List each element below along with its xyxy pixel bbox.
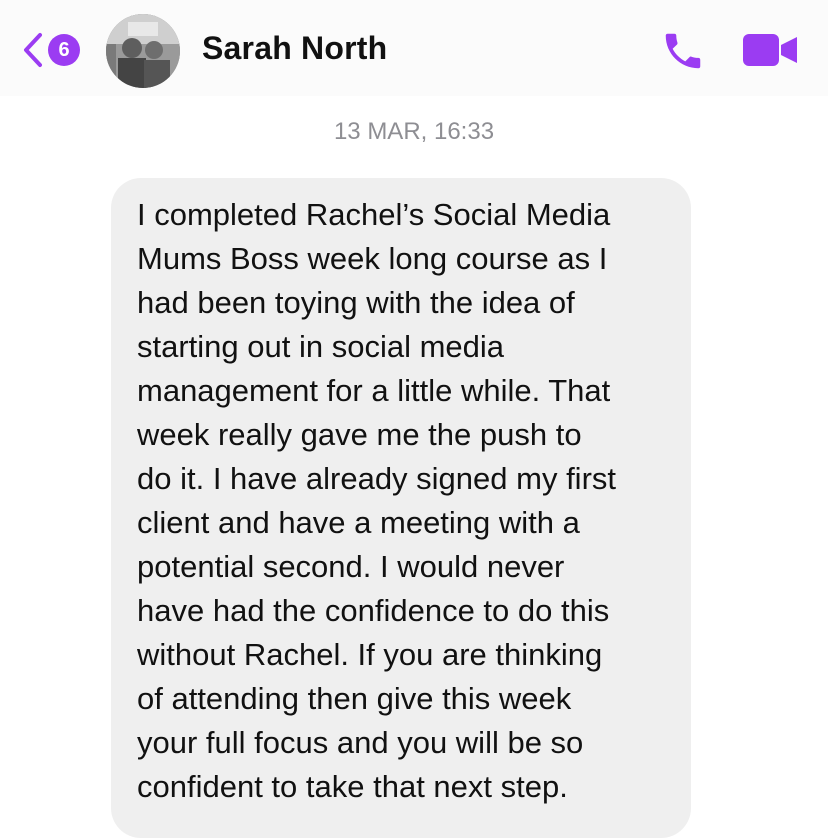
message-line: your full focus and you will be so — [137, 725, 584, 760]
unread-count-badge: 6 — [48, 34, 80, 66]
message-line: do it. I have already signed my first — [137, 461, 617, 496]
avatar[interactable] — [106, 14, 180, 88]
message-line: without Rachel. If you are thinking — [137, 637, 603, 672]
chat-header: 6 Sarah North — [0, 0, 828, 96]
message-line: Mums Boss week long course as I — [137, 241, 608, 276]
back-chevron-icon — [24, 33, 42, 67]
phone-icon — [665, 33, 701, 69]
message-line: week really gave me the push to — [137, 417, 582, 452]
message-line: confident to take that next step. — [137, 769, 568, 804]
back-button[interactable]: 6 — [22, 26, 80, 74]
message-line: have had the confidence to do this — [137, 593, 610, 628]
video-camera-icon — [743, 34, 797, 66]
call-button[interactable] — [660, 28, 706, 79]
message-line: starting out in social media — [137, 329, 505, 364]
message-timestamp: 13 MAR, 16:33 — [333, 118, 495, 145]
video-call-button[interactable] — [743, 34, 797, 71]
message-line: management for a little while. That — [137, 373, 611, 408]
message-line: client and have a meeting with a — [137, 505, 580, 540]
avatar-photo — [106, 14, 180, 88]
message-text: I completed Rachel’s Social Media Mums B… — [137, 193, 677, 809]
message-line: I completed Rachel’s Social Media — [137, 197, 611, 232]
message-line: had been toying with the idea of — [137, 285, 575, 320]
message-line: potential second. I would never — [137, 549, 565, 584]
contact-name[interactable]: Sarah North — [202, 30, 387, 67]
message-line: of attending then give this week — [137, 681, 572, 716]
